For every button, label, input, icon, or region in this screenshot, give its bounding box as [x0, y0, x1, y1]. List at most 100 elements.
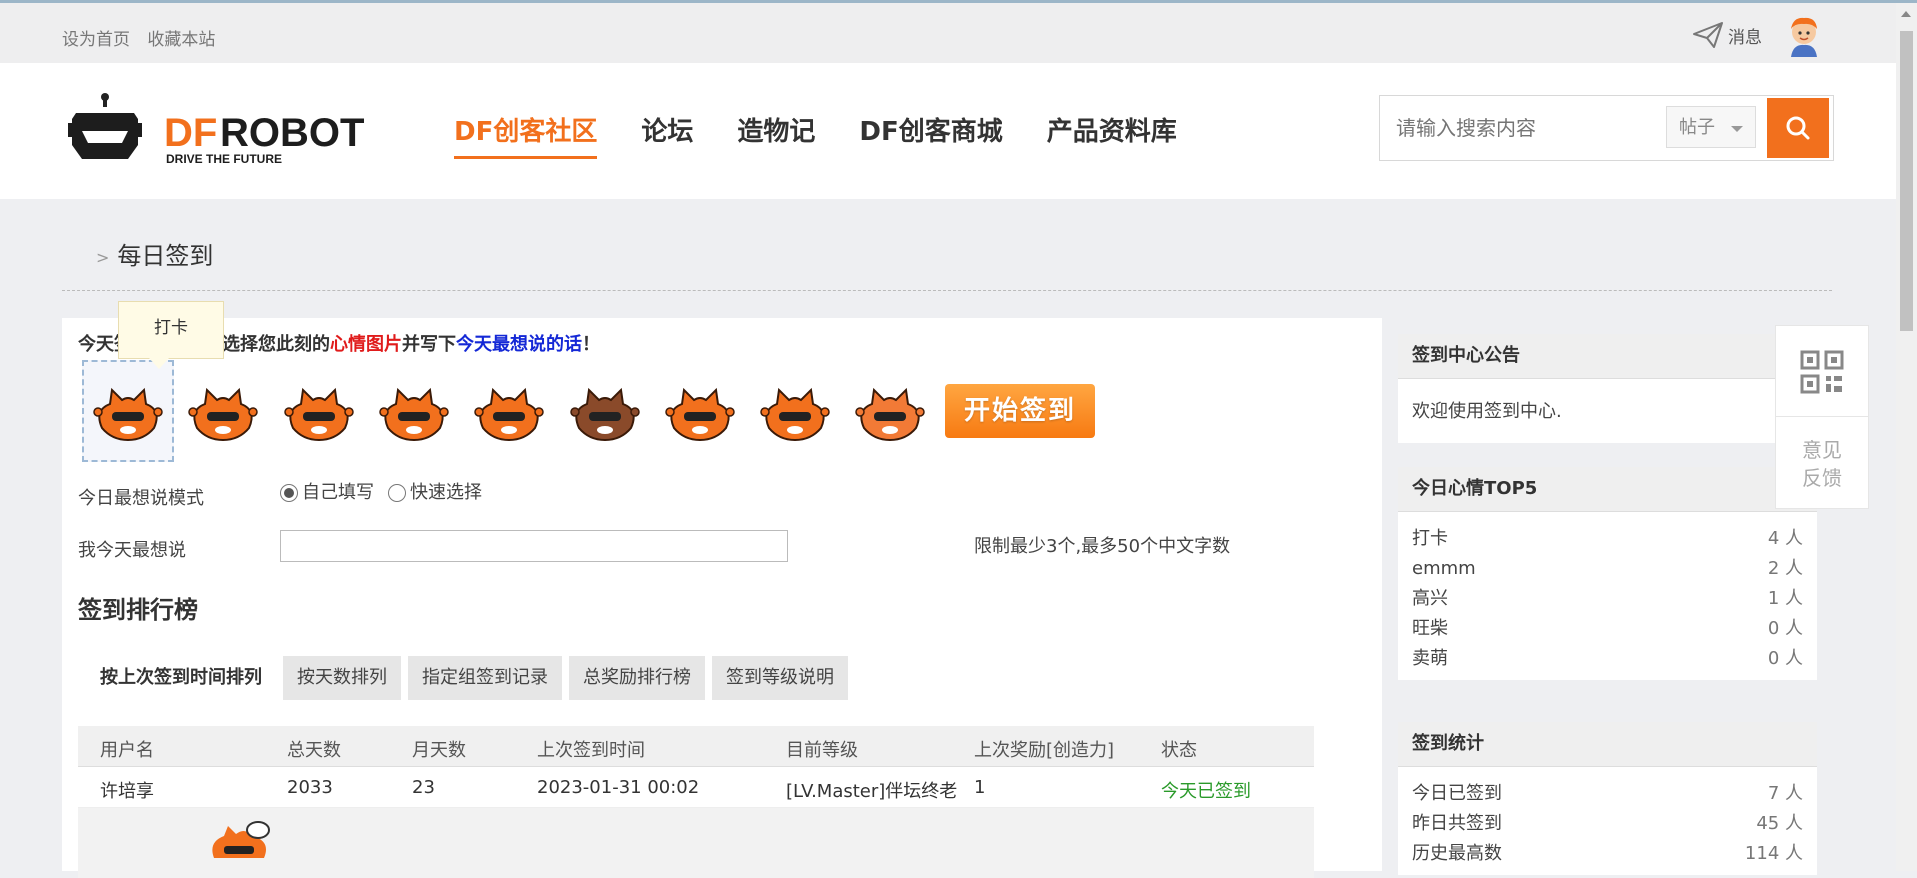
mood-top-item-count: 0 人 [1767, 648, 1803, 669]
table-header: 用户名 总天数 月天数 上次签到时间 目前等级 上次奖励[创造力] 状态 [78, 726, 1314, 767]
col-last-time: 上次签到时间 [537, 740, 645, 761]
radio-selected-icon [280, 484, 298, 502]
notice-body: 欢迎使用签到中心. [1398, 379, 1817, 443]
mood-top-item: emmm 2 人 [1412, 554, 1803, 584]
stats-card: 签到统计 今日已签到 7 人昨日共签到 45 人历史最高数 114 人 [1398, 722, 1817, 875]
mascot-grin-icon [284, 387, 354, 442]
page-scrollbar[interactable] [1896, 3, 1917, 871]
col-user: 用户名 [100, 740, 154, 761]
tab-reward-ranking[interactable]: 总奖励排行榜 [569, 656, 705, 700]
mode-option-quick[interactable]: 快速选择 [388, 478, 482, 504]
mood-top-item-count: 4 人 [1767, 528, 1803, 549]
scroll-up-icon[interactable] [1901, 11, 1911, 17]
avatar[interactable] [1785, 15, 1823, 57]
float-toolbar: 意见反馈 [1775, 325, 1869, 509]
col-level: 目前等级 [786, 740, 858, 761]
mode-option-quick-label: 快速选择 [410, 482, 482, 503]
cell-user[interactable]: 许培享 [100, 777, 154, 803]
main-nav: DF创客社区 论坛 造物记 DF创客商城 产品资料库 [454, 111, 1221, 159]
mascot-mask-icon [760, 387, 830, 442]
say-hint: 限制最少3个,最多50个中文字数 [974, 536, 1231, 557]
stats-item-label: 今日已签到 [1412, 783, 1502, 804]
nav-item-store[interactable]: DF创客商城 [859, 111, 1002, 159]
mascot-happy-icon [188, 387, 258, 442]
breadcrumb: > 每日签到 [96, 236, 213, 271]
mood-option-question[interactable] [559, 360, 651, 462]
start-checkin-button[interactable]: 开始签到 [945, 384, 1095, 438]
mood-top-item: 卖萌 0 人 [1412, 644, 1803, 674]
set-home-link[interactable]: 设为首页 [62, 30, 130, 50]
paper-plane-icon [1693, 22, 1723, 48]
say-input[interactable] [280, 530, 788, 562]
mood-top-item-count: 0 人 [1767, 618, 1803, 639]
nav-item-docs[interactable]: 产品资料库 [1047, 111, 1177, 159]
messages-link[interactable]: 消息 [1692, 21, 1762, 49]
mascot-cute-icon [855, 387, 925, 442]
mood-option-mask[interactable] [749, 360, 841, 462]
mode-option-self[interactable]: 自己填写 [280, 478, 374, 504]
mood-top-item-count: 2 人 [1767, 558, 1803, 579]
mood-top-item-label: emmm [1412, 558, 1476, 579]
mood-option-cute[interactable] [844, 360, 936, 462]
col-month: 月天数 [412, 740, 466, 761]
mood-top-title: 今日心情TOP5 [1398, 467, 1817, 512]
mood-top-list: 打卡 4 人 emmm 2 人高兴 1 人旺柴 0 人卖萌 0 人 [1398, 512, 1817, 680]
top-links: 设为首页 收藏本站 [62, 25, 227, 50]
mood-top-card: 今日心情TOP5 打卡 4 人 emmm 2 人高兴 1 人旺柴 0 人卖萌 0 人 [1398, 467, 1817, 680]
cell-month: 23 [412, 777, 435, 798]
intro-words-text: 今天最想说的话 [456, 334, 582, 355]
tab-by-last-time[interactable]: 按上次签到时间排列 [78, 656, 276, 700]
ranking-title: 签到排行榜 [78, 596, 198, 624]
mood-tooltip: 打卡 [118, 301, 224, 369]
tab-by-days[interactable]: 按天数排列 [283, 656, 401, 700]
search-type-select[interactable]: 帖子 [1666, 106, 1756, 148]
table-row: 许培享 2033 23 2023-01-31 00:02 [LV.Master]… [78, 767, 1314, 808]
checkin-panel: 今天签到了吗？请选择您此刻的心情图片并写下今天最想说的话！ 打卡 开始签到 今日… [62, 301, 1382, 878]
intro-mood-text: 心情图片 [330, 334, 402, 355]
search-button[interactable] [1767, 98, 1829, 158]
mood-option-sweat[interactable] [463, 360, 555, 462]
stats-item-count: 114 人 [1744, 843, 1803, 864]
col-reward: 上次奖励[创造力] [974, 740, 1115, 761]
stats-item-label: 历史最高数 [1412, 843, 1502, 864]
bookmark-link[interactable]: 收藏本站 [147, 30, 215, 50]
search-input[interactable] [1394, 108, 1638, 148]
mascot-sweat-icon [474, 387, 544, 442]
logo-df-text: DF [164, 111, 217, 155]
mood-option-emmm[interactable] [368, 360, 460, 462]
mood-option-checkin[interactable] [82, 360, 174, 462]
mode-radio-group: 自己填写 快速选择 [280, 478, 482, 504]
nav-item-projects[interactable]: 造物记 [737, 111, 815, 159]
mood-option-angry[interactable] [654, 360, 746, 462]
notice-card: 签到中心公告 欢迎使用签到中心. [1398, 334, 1817, 443]
qr-code-icon[interactable] [1798, 348, 1846, 396]
feedback-button[interactable]: 意见反馈 [1796, 436, 1848, 492]
divider [62, 290, 1832, 291]
mood-top-item-label: 打卡 [1412, 528, 1448, 549]
radio-icon [388, 484, 406, 502]
mascot-emmm-icon [379, 387, 449, 442]
mood-option-happy[interactable] [177, 360, 269, 462]
search-box: 帖子 [1379, 95, 1834, 161]
nav-item-community[interactable]: DF创客社区 [454, 111, 598, 159]
search-type-value: 帖子 [1679, 117, 1715, 138]
mascot-question-icon [570, 387, 640, 442]
nav-item-forum[interactable]: 论坛 [641, 111, 693, 159]
chevron-down-icon [1731, 126, 1743, 132]
tab-level-info[interactable]: 签到等级说明 [712, 656, 848, 700]
mood-option-grin[interactable] [273, 360, 365, 462]
breadcrumb-current: 每日签到 [117, 242, 214, 270]
stats-item-count: 7 人 [1767, 783, 1803, 804]
scrollbar-thumb[interactable] [1900, 31, 1913, 331]
mood-top-item-label: 卖萌 [1412, 648, 1448, 669]
site-header: DF ROBOT DRIVE THE FUTURE DF创客社区 论坛 造物记 … [0, 63, 1896, 199]
mood-top-item: 高兴 1 人 [1412, 584, 1803, 614]
dfrobot-logo[interactable]: DF ROBOT DRIVE THE FUTURE [68, 93, 378, 169]
ranking-tabs: 按上次签到时间排列 按天数排列 指定组签到记录 总奖励排行榜 签到等级说明 [78, 656, 848, 700]
float-divider [1776, 416, 1868, 417]
cell-total: 2033 [287, 777, 333, 798]
say-label: 我今天最想说 [78, 540, 186, 561]
cell-last-time: 2023-01-31 00:02 [537, 777, 700, 798]
stats-item-label: 昨日共签到 [1412, 813, 1502, 834]
tab-group-records[interactable]: 指定组签到记录 [408, 656, 562, 700]
